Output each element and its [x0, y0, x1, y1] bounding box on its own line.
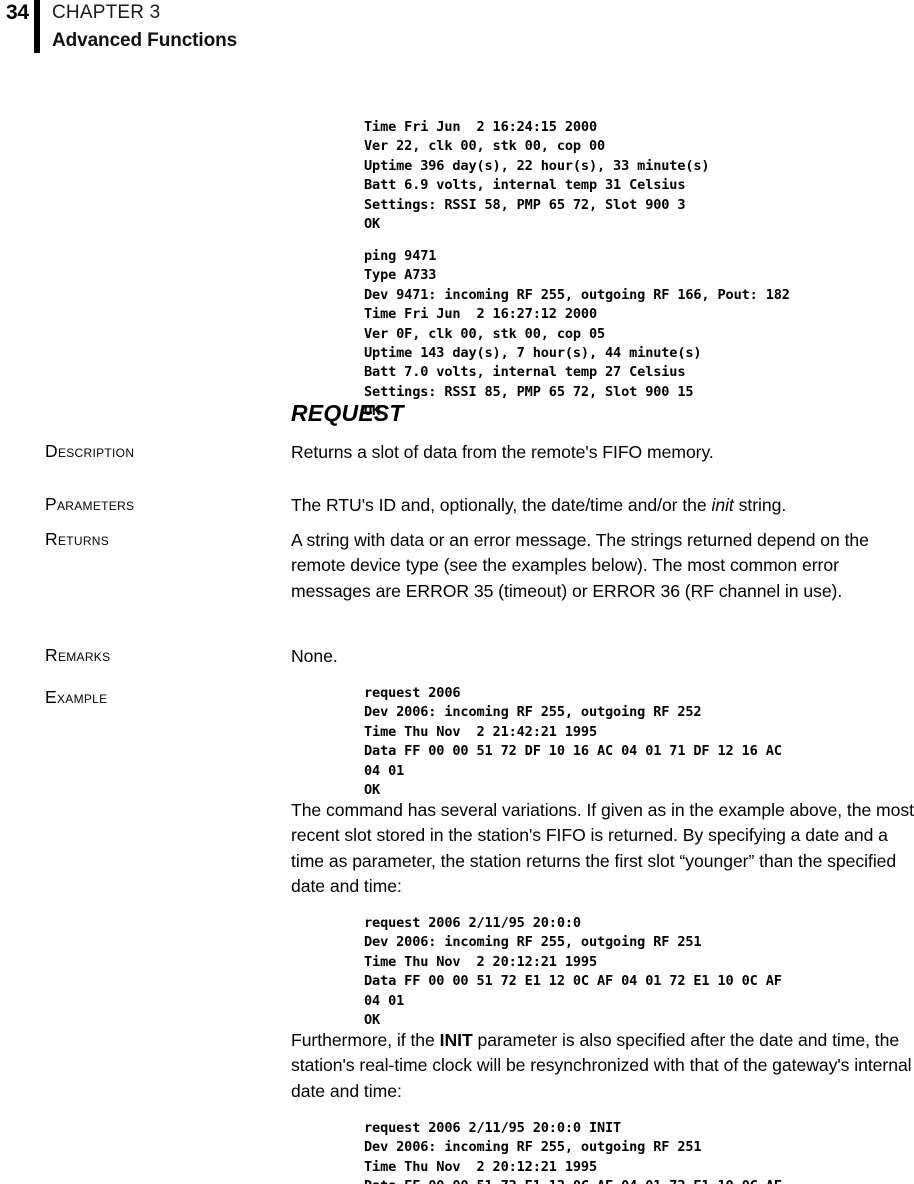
- description-text: Returns a slot of data from the remote's…: [291, 442, 714, 462]
- code-block-ping-output: ping 9471 Type A733 Dev 9471: incoming R…: [364, 248, 790, 420]
- parameters-text-emphasis: init: [711, 495, 734, 515]
- paragraph-init-keyword: INIT: [439, 1030, 473, 1050]
- code-block-example-basic: request 2006 Dev 2006: incoming RF 255, …: [364, 685, 782, 799]
- term-example: Example: [45, 687, 108, 707]
- page-number: 34: [6, 1, 29, 24]
- paragraph-variations: The command has several variations. If g…: [291, 800, 914, 896]
- remarks-text: None.: [291, 646, 338, 666]
- code-block-status-output: Time Fri Jun 2 16:24:15 2000 Ver 22, clk…: [364, 119, 710, 233]
- document-page: 34 CHAPTER 3 Advanced Functions Time Fri…: [0, 0, 914, 1184]
- paragraph-init: Furthermore, if the INIT parameter is al…: [291, 1028, 914, 1104]
- header-divider-bar: [34, 0, 40, 53]
- section-heading-request: REQUEST: [291, 400, 404, 426]
- term-remarks: Remarks: [45, 645, 111, 665]
- paragraph-init-pre: Furthermore, if the: [291, 1030, 440, 1050]
- chapter-title: Advanced Functions: [52, 30, 238, 51]
- parameters-text-post: string.: [733, 495, 787, 515]
- page-header: 34 CHAPTER 3 Advanced Functions: [0, 0, 914, 60]
- code-block-example-init: request 2006 2/11/95 20:0:0 INIT Dev 200…: [364, 1120, 782, 1184]
- code-block-example-datetime: request 2006 2/11/95 20:0:0 Dev 2006: in…: [364, 915, 782, 1029]
- chapter-label: CHAPTER 3: [52, 2, 161, 23]
- term-parameters: Parameters: [45, 494, 135, 514]
- parameters-text: The RTU's ID and, optionally, the date/t…: [291, 493, 914, 518]
- returns-text: A string with data or an error message. …: [291, 530, 869, 601]
- term-returns: Returns: [45, 529, 110, 549]
- parameters-text-pre: The RTU's ID and, optionally, the date/t…: [291, 495, 712, 515]
- term-description: Description: [45, 441, 135, 461]
